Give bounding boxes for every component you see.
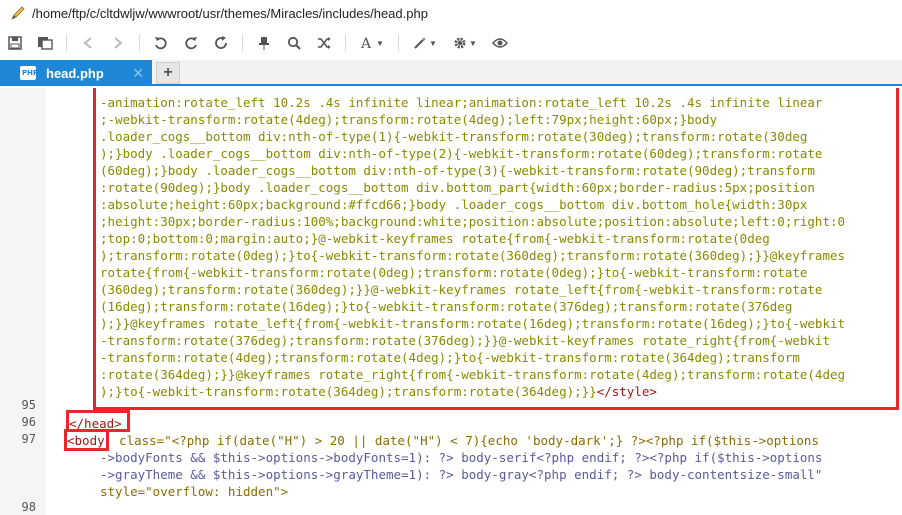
css-code-block: -animation:rotate_left 10.2s .4s infinit… bbox=[100, 94, 896, 400]
redo-icon[interactable] bbox=[179, 31, 203, 55]
css-last-line: );}to{-webkit-transform:rotate(364deg);t… bbox=[100, 384, 597, 399]
magic-wand-icon[interactable]: ▼ bbox=[408, 31, 442, 55]
shuffle-icon[interactable] bbox=[312, 31, 336, 55]
close-icon[interactable]: ✕ bbox=[132, 65, 144, 82]
line-number-gutter: 95 96 97 98 bbox=[0, 88, 46, 515]
code-editor[interactable]: 95 96 97 98 -animation:rotate_left 10.2s… bbox=[0, 88, 902, 515]
chevron-down-icon: ▼ bbox=[376, 38, 384, 48]
code-line: ;-webkit-transform:rotate(4deg);transfor… bbox=[100, 112, 718, 127]
refresh-icon[interactable] bbox=[209, 31, 233, 55]
code-line: );}body .loader_cogs__bottom div:nth-of-… bbox=[100, 146, 823, 161]
gear-icon[interactable]: ▼ bbox=[448, 31, 482, 55]
code-line: ->grayTheme && $this->options->grayTheme… bbox=[100, 467, 823, 482]
save-all-icon[interactable] bbox=[33, 31, 57, 55]
code-line: style="overflow: hidden"> bbox=[100, 484, 289, 499]
line-number: 95 bbox=[21, 398, 36, 412]
svg-text:A: A bbox=[360, 36, 372, 50]
code-line: ->bodyFonts && $this->options->bodyFonts… bbox=[100, 450, 823, 465]
php-file-icon: PHP bbox=[20, 66, 38, 80]
line-number: 96 bbox=[21, 415, 36, 429]
code-line: :rotate(364deg);}}@keyframes rotate_righ… bbox=[100, 367, 846, 382]
chevron-down-icon: ▼ bbox=[429, 38, 437, 48]
code-line: );}to{-webkit-transform:rotate(364deg);t… bbox=[100, 383, 896, 400]
toolbar-divider bbox=[345, 34, 346, 52]
code-line: );transform:rotate(0deg);}to{-webkit-tra… bbox=[100, 248, 846, 263]
tab-head-php[interactable]: PHP head.php ✕ bbox=[0, 60, 152, 86]
code-line: -transform:rotate(4deg);transform:rotate… bbox=[100, 350, 800, 365]
code-line: :rotate(90deg);}body .loader_cogs__botto… bbox=[100, 180, 815, 195]
tab-label: head.php bbox=[46, 65, 104, 81]
code-line: class="<?php if(date("H") > 20 || date("… bbox=[104, 433, 819, 448]
code-line: (60deg);}body .loader_cogs__bottom div:n… bbox=[100, 163, 815, 178]
pin-icon[interactable] bbox=[252, 31, 276, 55]
code-line: -transform:rotate(376deg);transform:rota… bbox=[100, 333, 830, 348]
toolbar-divider bbox=[242, 34, 243, 52]
toolbar-divider bbox=[398, 34, 399, 52]
pencil-icon bbox=[8, 3, 28, 23]
tab-bar: PHP head.php ✕ + bbox=[0, 60, 902, 86]
code-line: ;top:0;bottom:0;margin:auto;}@-webkit-ke… bbox=[100, 231, 770, 246]
title-bar: /home/ftp/c/cltdwljw/wwwroot/usr/themes/… bbox=[0, 0, 902, 26]
add-tab-button[interactable]: + bbox=[156, 62, 180, 84]
style-close-tag: </style> bbox=[596, 384, 657, 399]
eye-icon[interactable] bbox=[488, 31, 512, 55]
code-line: (360deg);transform:rotate(360deg);}}@-we… bbox=[100, 282, 823, 297]
line-number: 97 bbox=[21, 432, 36, 446]
code-line: :absolute;height:60px;background:#ffcd66… bbox=[100, 197, 808, 212]
toolbar-divider bbox=[66, 34, 67, 52]
save-icon[interactable] bbox=[3, 31, 27, 55]
toolbar-divider bbox=[139, 34, 140, 52]
chevron-down-icon: ▼ bbox=[469, 38, 477, 48]
file-path: /home/ftp/c/cltdwljw/wwwroot/usr/themes/… bbox=[32, 5, 428, 21]
search-icon[interactable] bbox=[282, 31, 306, 55]
code-line: ;height:30px;border-radius:100%;backgrou… bbox=[100, 214, 846, 229]
font-icon[interactable]: A ▼ bbox=[355, 31, 389, 55]
back-icon[interactable] bbox=[76, 31, 100, 55]
code-line: );}}@keyframes rotate_left{from{-webkit-… bbox=[100, 316, 846, 331]
code-line: rotate{from{-webkit-transform:rotate(0de… bbox=[100, 265, 808, 280]
line-number: 98 bbox=[21, 500, 36, 514]
forward-icon[interactable] bbox=[106, 31, 130, 55]
code-line: .loader_cogs__bottom div:nth-of-type(1){… bbox=[100, 129, 808, 144]
code-line: -animation:rotate_left 10.2s .4s infinit… bbox=[100, 95, 823, 110]
undo-icon[interactable] bbox=[149, 31, 173, 55]
body-open-tag: <body bbox=[67, 433, 105, 448]
code-line: (16deg);transform:rotate(16deg);}to{-web… bbox=[100, 299, 793, 314]
toolbar: A ▼ ▼ ▼ bbox=[0, 28, 902, 58]
